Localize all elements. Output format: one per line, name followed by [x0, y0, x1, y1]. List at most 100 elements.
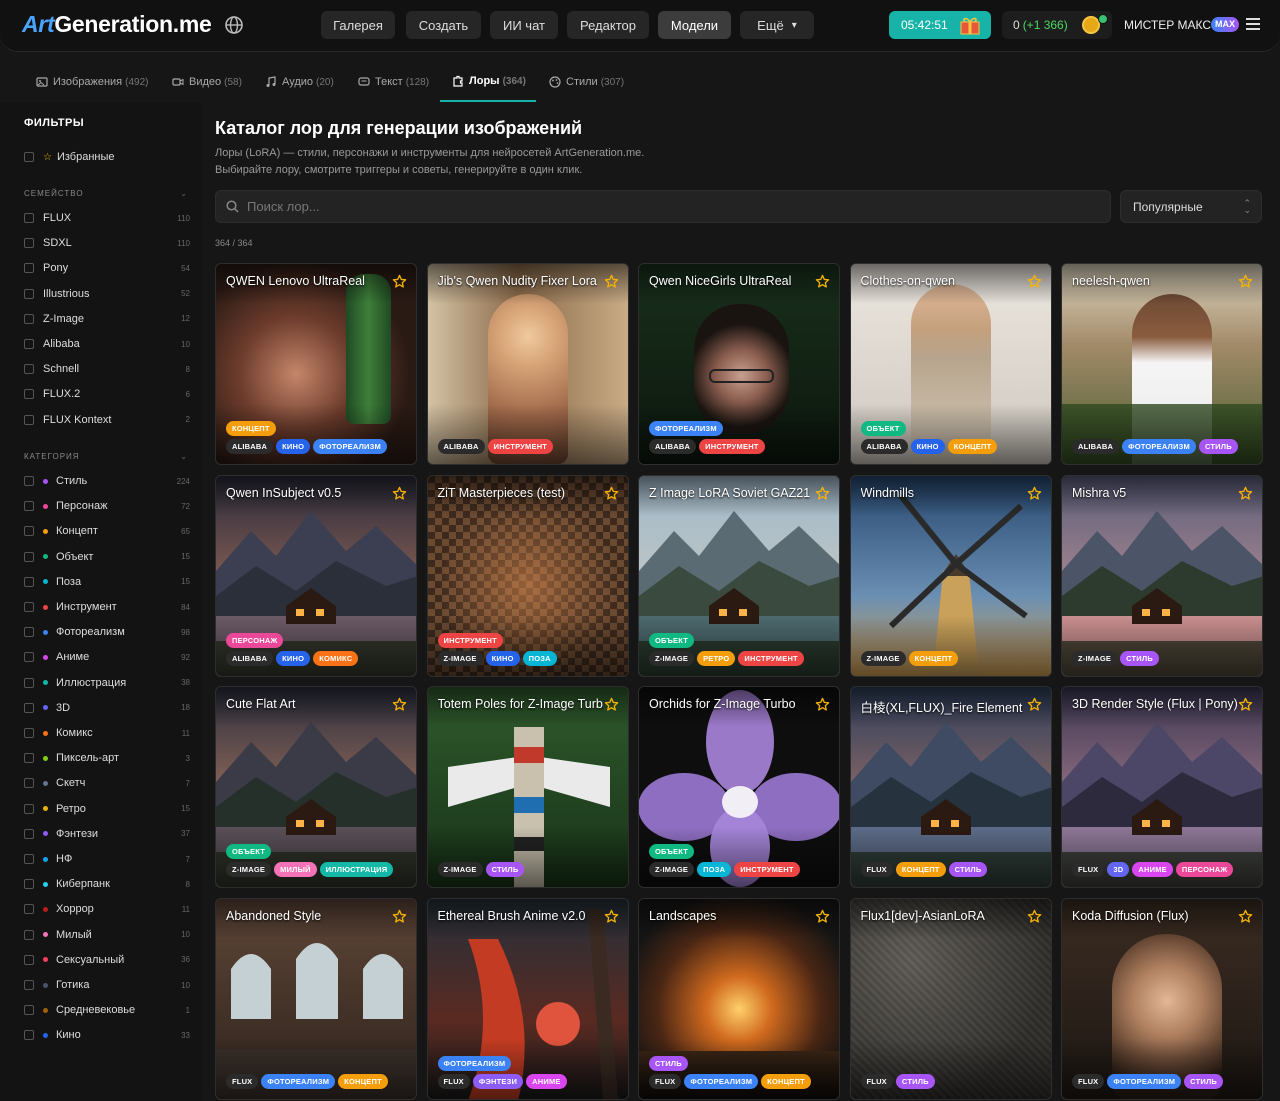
tab-5[interactable]: Стили (307): [549, 62, 624, 102]
category-filter[interactable]: Хоррор 11: [24, 901, 190, 917]
search-box[interactable]: [215, 190, 1111, 223]
lora-card[interactable]: Clothes-on-qwen ALIBABA КИНО КОНЦЕПТ ОБЪЕКТ: [849, 263, 1052, 465]
category-filter[interactable]: Комикс 11: [24, 725, 190, 741]
category-filter[interactable]: Пиксель-арт 3: [24, 750, 190, 766]
family-filter[interactable]: Illustrious 52: [24, 286, 190, 302]
category-filter[interactable]: Объект 15: [24, 549, 190, 565]
checkbox[interactable]: [24, 803, 34, 814]
favorite-star-icon[interactable]: [1027, 486, 1042, 501]
nav-item-button[interactable]: Создать: [406, 11, 481, 39]
menu-icon[interactable]: [1246, 18, 1260, 30]
favorite-star-icon[interactable]: [1027, 697, 1042, 712]
checkbox[interactable]: [24, 263, 34, 274]
lora-card[interactable]: QWEN Lenovo UltraReal ALIBABA КИНО ФОТОРЕАЛ…: [215, 263, 417, 465]
lora-card[interactable]: Orchids for Z-Image Turbo Z-IMAGE ПОЗА ИНСТ…: [638, 686, 840, 888]
category-filter[interactable]: Инструмент 84: [24, 599, 190, 615]
family-filter[interactable]: Alibaba 10: [24, 336, 190, 352]
category-filter[interactable]: Кино 33: [24, 1027, 190, 1043]
family-filter[interactable]: Schnell 8: [24, 361, 190, 377]
category-filter[interactable]: Иллюстрация 38: [24, 675, 190, 691]
lora-card[interactable]: 3D Render Style (Flux | Pony) FLUX 3D АНИМЕ…: [1061, 686, 1263, 888]
checkbox[interactable]: [24, 476, 34, 486]
favorite-star-icon[interactable]: [1238, 274, 1253, 289]
checkbox[interactable]: [24, 652, 34, 663]
category-filter[interactable]: Персонаж 72: [24, 498, 190, 514]
checkbox[interactable]: [24, 339, 34, 349]
family-filter[interactable]: SDXL 110: [24, 235, 190, 251]
family-filter[interactable]: FLUX 110: [24, 210, 190, 226]
category-filter[interactable]: Скетч 7: [24, 775, 190, 791]
lora-card[interactable]: Cute Flat Art Z-IMAGE МИЛЫЙ ИЛЛЮСТРАЦИЯ ОБЪЕ…: [215, 686, 417, 888]
category-filter[interactable]: Сексуальный 36: [24, 952, 190, 968]
category-filter[interactable]: Готика 10: [24, 977, 190, 993]
checkbox[interactable]: [24, 702, 34, 713]
nav-more-button[interactable]: Ещё ▾: [740, 11, 814, 39]
checkbox[interactable]: [24, 238, 34, 249]
category-filter[interactable]: Стиль 224: [24, 473, 190, 489]
globe-icon[interactable]: [224, 15, 244, 35]
checkbox[interactable]: [24, 1005, 34, 1016]
tab-3[interactable]: Текст (128): [358, 62, 429, 102]
category-filter[interactable]: Концепт 65: [24, 523, 190, 539]
tab-0[interactable]: Изображения (492): [36, 62, 149, 102]
checkbox[interactable]: [24, 753, 34, 764]
lora-card[interactable]: Qwen InSubject v0.5 ALIBABA КИНО КОМИКС ПЕРС…: [215, 474, 417, 677]
favorite-star-icon[interactable]: [1238, 697, 1253, 712]
site-logo[interactable]: ArtGeneration.me: [22, 11, 212, 38]
family-heading[interactable]: СЕМЕЙСТВО ⌄: [24, 189, 190, 198]
lora-card[interactable]: neelesh-qwen ALIBABA ФОТОРЕАЛИЗМ СТИЛЬ: [1061, 263, 1263, 465]
category-filter[interactable]: Ретро 15: [24, 801, 190, 817]
sort-select[interactable]: Популярные ⌃ ⌄: [1120, 190, 1262, 223]
checkbox[interactable]: [24, 389, 34, 400]
favorite-star-icon[interactable]: [815, 274, 830, 289]
lora-card[interactable]: Jib's Qwen Nudity Fixer Lora ALIBABA ИНСТР…: [426, 263, 629, 465]
checkbox[interactable]: [24, 576, 34, 587]
tab-4[interactable]: Лоры (364): [440, 62, 536, 102]
tab-1[interactable]: Видео (58): [172, 62, 242, 102]
favorite-star-icon[interactable]: [604, 486, 619, 501]
checkbox[interactable]: [24, 1030, 34, 1041]
lora-card[interactable]: Flux1[dev]-AsianLoRA FLUX СТИЛЬ: [849, 897, 1052, 1100]
checkbox[interactable]: [24, 526, 34, 537]
tab-2[interactable]: Аудио (20): [265, 62, 334, 102]
favorite-star-icon[interactable]: [1238, 909, 1253, 924]
nav-item-button[interactable]: Модели: [658, 11, 731, 39]
family-filter[interactable]: FLUX.2 6: [24, 386, 190, 402]
family-filter[interactable]: FLUX Kontext 2: [24, 412, 190, 428]
nav-item-button[interactable]: ИИ чат: [490, 11, 558, 39]
lora-card[interactable]: Z Image LoRA Soviet GAZ21 Z-IMAGE РЕТРО ИНС…: [638, 474, 840, 677]
category-filter[interactable]: Киберпанк 8: [24, 876, 190, 892]
category-filter[interactable]: Поза 15: [24, 574, 190, 590]
category-filter[interactable]: Фотореализм 98: [24, 624, 190, 640]
checkbox[interactable]: [24, 854, 34, 864]
favorite-star-icon[interactable]: [1238, 486, 1253, 501]
checkbox[interactable]: [24, 828, 34, 839]
timer-button[interactable]: 05:42:51: [889, 11, 991, 39]
checkbox[interactable]: [24, 954, 34, 965]
lora-card[interactable]: Ethereal Brush Anime v2.0 FLUX ФЭНТЕЗИ АНИМ…: [426, 897, 629, 1100]
lora-card[interactable]: Qwen NiceGirls UltraReal ALIBABA ИНСТРУМЕН…: [638, 263, 840, 465]
checkbox[interactable]: [24, 501, 34, 512]
lora-card[interactable]: 白棱(XL,FLUX)_Fire Element FLUX КОНЦЕПТ СТИЛЬ: [849, 686, 1052, 888]
user-name[interactable]: МИСТЕР МАКС: [1124, 18, 1211, 32]
favorite-star-icon[interactable]: [604, 909, 619, 924]
checkbox[interactable]: [24, 213, 34, 223]
checkbox[interactable]: [24, 152, 34, 162]
favorite-star-icon[interactable]: [604, 697, 619, 712]
category-filter[interactable]: Средневековье 1: [24, 1002, 190, 1018]
favorite-star-icon[interactable]: [815, 909, 830, 924]
favorites-filter[interactable]: ☆ Избранные: [24, 149, 190, 165]
checkbox[interactable]: [24, 364, 34, 375]
checkbox[interactable]: [24, 627, 34, 638]
nav-item-button[interactable]: Редактор: [567, 11, 649, 39]
checkbox[interactable]: [24, 929, 34, 940]
search-input[interactable]: [247, 199, 847, 214]
checkbox[interactable]: [24, 288, 34, 299]
category-heading[interactable]: КАТЕГОРИЯ ⌄: [24, 452, 190, 461]
favorite-star-icon[interactable]: [392, 486, 407, 501]
favorite-star-icon[interactable]: [1027, 909, 1042, 924]
lora-card[interactable]: Mishra v5 Z-IMAGE СТИЛЬ: [1061, 474, 1263, 677]
lora-card[interactable]: Landscapes FLUX ФОТОРЕАЛИЗМ КОНЦЕПТ СТИЛЬ: [638, 897, 840, 1100]
favorite-star-icon[interactable]: [392, 697, 407, 712]
checkbox[interactable]: [24, 602, 34, 612]
